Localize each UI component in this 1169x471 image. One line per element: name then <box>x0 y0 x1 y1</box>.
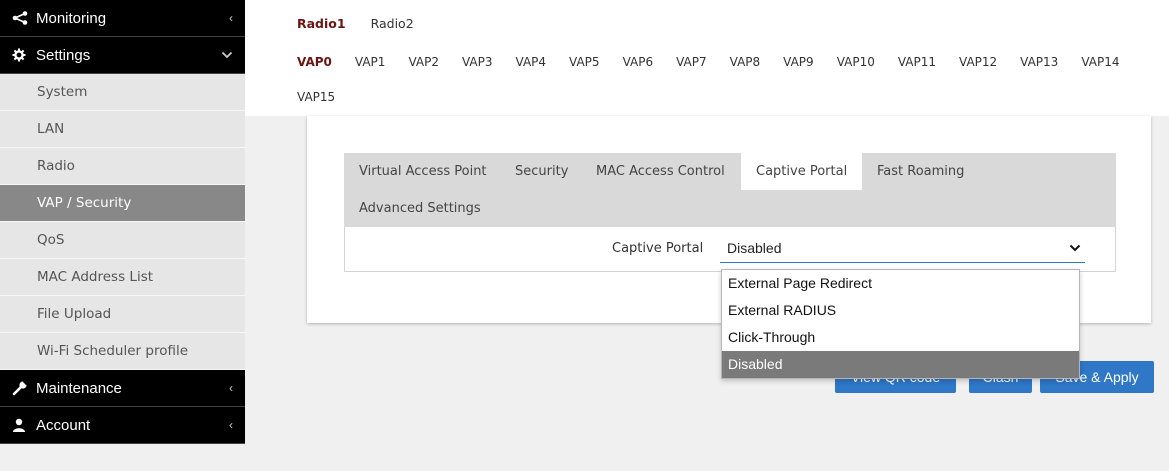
sidebar-item-label: Wi-Fi Scheduler profile <box>37 343 189 359</box>
tab-header: Radio1 Radio2 VAP0 VAP1 VAP2 VAP3 VAP4 VAP5 VA… <box>245 0 1169 116</box>
sidebar-item-label: QoS <box>37 232 65 248</box>
sidebar-item-label: File Upload <box>37 306 112 322</box>
sidebar-item-vap-security[interactable]: VAP / Security <box>0 185 245 222</box>
tab-fast-roaming[interactable]: Fast Roaming <box>862 153 979 190</box>
tab-captive-portal[interactable]: Captive Portal <box>741 153 863 190</box>
dropdown-option-click-through[interactable]: Click-Through <box>722 324 1079 351</box>
tab-vap11[interactable]: VAP11 <box>898 55 936 69</box>
tab-vap3[interactable]: VAP3 <box>462 55 493 69</box>
tab-vap13[interactable]: VAP13 <box>1020 55 1058 69</box>
sidebar-monitoring-label: Monitoring <box>36 9 107 27</box>
sidebar-item-label: VAP / Security <box>37 195 132 211</box>
tab-radio2[interactable]: Radio2 <box>371 16 414 31</box>
sidebar-item-label: System <box>37 84 88 100</box>
tab-vap10[interactable]: VAP10 <box>837 55 875 69</box>
sidebar-item-label: MAC Address List <box>37 269 154 285</box>
sidebar-item-mac-address-list[interactable]: MAC Address List <box>0 259 245 296</box>
tab-vap9[interactable]: VAP9 <box>783 55 814 69</box>
dropdown-option-disabled[interactable]: Disabled <box>722 351 1079 378</box>
chevron-down-icon <box>221 48 233 62</box>
sidebar-maintenance[interactable]: Maintenance ‹ <box>0 370 245 407</box>
sidebar-item-lan[interactable]: LAN <box>0 111 245 148</box>
sidebar-maintenance-label: Maintenance <box>36 379 122 397</box>
captive-portal-label: Captive Portal <box>612 241 704 256</box>
tab-vap5[interactable]: VAP5 <box>569 55 600 69</box>
tab-virtual-access-point[interactable]: Virtual Access Point <box>344 153 502 190</box>
main-content: Radio1 Radio2 VAP0 VAP1 VAP2 VAP3 VAP4 VAP5 VA… <box>245 0 1169 471</box>
wrench-icon <box>12 380 30 396</box>
tab-vap7[interactable]: VAP7 <box>676 55 707 69</box>
vap-tabs: VAP0 VAP1 VAP2 VAP3 VAP4 VAP5 VAP6 VAP7 VAP8 VAP9… <box>297 55 1167 104</box>
sidebar-account-label: Account <box>36 416 91 434</box>
sidebar-settings-label: Settings <box>36 46 91 64</box>
sidebar-account[interactable]: Account ‹ <box>0 407 245 444</box>
tab-radio1[interactable]: Radio1 <box>297 16 346 31</box>
tab-vap6[interactable]: VAP6 <box>623 55 654 69</box>
tab-security[interactable]: Security <box>500 153 583 190</box>
panel-tabs: Virtual Access Point Security MAC Access… <box>344 153 1116 227</box>
tab-vap14[interactable]: VAP14 <box>1081 55 1119 69</box>
tab-vap15[interactable]: VAP15 <box>297 90 335 104</box>
user-icon <box>12 418 30 432</box>
captive-portal-value: Disabled <box>727 239 782 256</box>
sidebar-settings[interactable]: Settings <box>0 37 245 74</box>
tab-advanced-settings[interactable]: Advanced Settings <box>344 190 496 227</box>
tab-vap2[interactable]: VAP2 <box>408 55 439 69</box>
share-icon <box>12 11 30 25</box>
tab-vap0[interactable]: VAP0 <box>297 55 332 69</box>
dropdown-option-external-page-redirect[interactable]: External Page Redirect <box>722 270 1079 297</box>
chevron-left-icon: ‹ <box>229 418 233 432</box>
radio-tabs: Radio1 Radio2 <box>297 16 439 31</box>
chevron-down-icon <box>1065 244 1085 252</box>
sidebar-item-system[interactable]: System <box>0 74 245 111</box>
sidebar-item-label: Radio <box>37 158 75 174</box>
chevron-left-icon: ‹ <box>229 381 233 395</box>
sidebar-item-file-upload[interactable]: File Upload <box>0 296 245 333</box>
tab-vap8[interactable]: VAP8 <box>730 55 761 69</box>
tab-vap1[interactable]: VAP1 <box>355 55 386 69</box>
sidebar-item-qos[interactable]: QoS <box>0 222 245 259</box>
tab-vap12[interactable]: VAP12 <box>959 55 997 69</box>
sidebar-monitoring[interactable]: Monitoring ‹ <box>0 0 245 37</box>
sidebar: Monitoring ‹ Settings System LAN Radio V… <box>0 0 245 471</box>
tab-mac-access-control[interactable]: MAC Access Control <box>581 153 740 190</box>
sidebar-item-wifi-scheduler[interactable]: Wi-Fi Scheduler profile <box>0 333 245 370</box>
sidebar-item-label: LAN <box>37 121 65 137</box>
chevron-left-icon: ‹ <box>229 11 233 25</box>
sidebar-item-radio[interactable]: Radio <box>0 148 245 185</box>
dropdown-option-external-radius[interactable]: External RADIUS <box>722 297 1079 324</box>
tab-vap4[interactable]: VAP4 <box>516 55 547 69</box>
captive-portal-panel: Captive Portal Disabled <box>344 227 1116 272</box>
captive-portal-select[interactable]: Disabled <box>720 233 1085 263</box>
gear-icon <box>12 48 30 62</box>
captive-portal-dropdown: External Page Redirect External RADIUS Cli… <box>721 269 1080 379</box>
